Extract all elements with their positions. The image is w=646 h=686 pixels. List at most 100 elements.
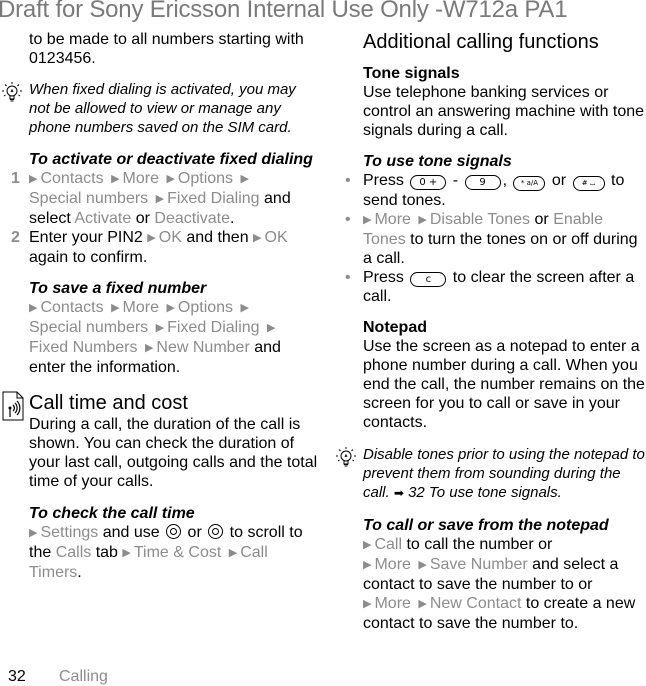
call-save-notepad-instructions: ▶ Call to call the number or ▶ More ▶ Save …: [363, 535, 646, 633]
arrow-icon: ▶: [267, 322, 276, 334]
text: or: [131, 210, 155, 227]
arrow-icon: ▶: [166, 173, 175, 185]
tone-signals-body: Use telephone banking services or contro…: [363, 84, 645, 139]
text: Press: [363, 269, 409, 286]
arrow-icon: ▶: [147, 232, 156, 244]
arrow-icon: ▶: [122, 547, 131, 559]
menu-save-number: Save Number: [429, 556, 528, 573]
key-9-icon: 9: [464, 175, 501, 190]
bullet-press-keys: • Press 0 + - 9, * a/A or # ⌴ to send to…: [345, 171, 646, 210]
menu-contacts: Contacts: [40, 170, 104, 187]
tone-signal-bullets: • Press 0 + - 9, * a/A or # ⌴ to send to…: [345, 171, 646, 306]
text: and then: [181, 229, 254, 246]
menu-time-cost: Time & Cost: [133, 544, 222, 561]
arrow-icon: ▶: [29, 173, 38, 185]
key-0-icon: 0 +: [410, 175, 447, 190]
notepad-body: Use the screen as a notepad to enter a p…: [363, 338, 645, 431]
additional-functions-heading: Additional calling functions: [363, 31, 599, 53]
menu-settings: Settings: [40, 524, 99, 541]
text: to call the number or: [402, 536, 553, 553]
arrow-icon: ▶: [111, 302, 120, 314]
text: Press: [363, 172, 409, 189]
key-star-icon: * a/A: [513, 176, 546, 191]
bullet-icon: •: [345, 211, 351, 228]
text: .: [77, 564, 82, 581]
menu-more: More: [374, 211, 411, 228]
arrow-icon: ▶: [418, 214, 427, 226]
intro-text: to be made to all numbers starting with …: [29, 31, 304, 67]
arrow-icon: ▶: [363, 598, 372, 610]
arrow-icon: ▶: [418, 559, 427, 571]
text: and use: [98, 524, 165, 541]
text: again to confirm.: [29, 249, 148, 266]
arrow-icon: ▶: [418, 598, 427, 610]
menu-contacts: Contacts: [40, 299, 104, 316]
arrow-icon: ▶: [363, 539, 372, 551]
arrow-icon: ▶: [29, 527, 38, 539]
bullet-icon: •: [345, 269, 351, 286]
menu-special-numbers: Special numbers: [29, 190, 149, 207]
check-call-time-title: To check the call time: [29, 505, 195, 522]
arrow-icon: ▶: [253, 232, 262, 244]
text: ,: [502, 172, 512, 189]
text: Enter your PIN2: [29, 229, 148, 246]
arrow-icon: ▶: [29, 302, 38, 314]
menu-fixed-dialing: Fixed Dialing: [167, 319, 260, 336]
nav-right-key-icon: [208, 524, 224, 539]
network-service-icon: [2, 391, 24, 421]
lightbulb-icon: [2, 82, 22, 102]
lightbulb-icon: [336, 447, 356, 467]
step-number: 2: [11, 229, 20, 246]
call-time-body: During a call, the duration of the call …: [29, 416, 318, 490]
arrow-icon: ▶: [111, 173, 120, 185]
menu-call: Call: [374, 536, 403, 553]
use-tone-signals-title: To use tone signals: [363, 153, 512, 170]
tip-text: When fixed dialing is activated, you may…: [29, 81, 296, 136]
menu-special-numbers: Special numbers: [29, 319, 149, 336]
tip-text: Disable tones prior to using the notepad…: [363, 445, 646, 503]
tone-signals-title: Tone signals: [363, 65, 460, 82]
menu-ok: OK: [158, 229, 182, 246]
arrow-icon: ▶: [144, 342, 154, 354]
text: .: [230, 210, 235, 227]
activate-fixed-dialing-title: To activate or deactivate fixed dialing: [29, 151, 313, 168]
menu-more: More: [122, 299, 159, 316]
menu-more: More: [122, 170, 159, 187]
tip-note-disable-tones: Disable tones prior to using the notepad…: [336, 445, 646, 503]
menu-new-number: New Number: [156, 339, 250, 356]
menu-new-contact: New Contact: [429, 595, 522, 612]
save-fixed-number-title: To save a fixed number: [29, 280, 207, 297]
arrow-icon: ▶: [240, 302, 249, 314]
option-deactivate: Deactivate: [154, 210, 230, 227]
draft-watermark: Draft for Sony Ericsson Internal Use Onl…: [0, 0, 568, 23]
tab-calls: Calls: [55, 544, 92, 561]
key-c-icon: c: [410, 272, 447, 287]
call-save-notepad-title: To call or save from the notepad: [363, 517, 609, 534]
menu-disable-tones: Disable Tones: [429, 211, 531, 228]
menu-ok: OK: [264, 229, 288, 246]
arrow-icon: ▶: [240, 173, 249, 185]
arrow-icon: ▶: [363, 214, 372, 226]
step-2: 2 Enter your PIN2 ▶ OK and then ▶ OK again…: [11, 228, 319, 267]
text: or: [530, 211, 554, 228]
step-number: 1: [11, 170, 20, 187]
arrow-icon: ▶: [228, 547, 238, 559]
right-column: Additional calling functions Tone signal…: [336, 28, 646, 633]
text: tab: [91, 544, 123, 561]
option-activate: Activate: [74, 210, 132, 227]
arrow-icon: ▶: [155, 193, 165, 205]
bullet-clear-screen: • Press c to clear the screen after a ca…: [345, 268, 646, 306]
nav-left-key-icon: [166, 524, 182, 539]
arrow-icon: ▶: [166, 302, 175, 314]
cross-reference-link[interactable]: 32 To use tone signals.: [408, 484, 562, 501]
call-time-heading: Call time and cost: [29, 392, 188, 414]
bullet-disable-tones: • ▶ More ▶ Disable Tones or Enable Tones t…: [345, 210, 646, 268]
chapter-title: Calling: [59, 668, 108, 685]
page-number: 32: [8, 668, 26, 685]
menu-options: Options: [177, 170, 234, 187]
menu-fixed-dialing: Fixed Dialing: [167, 190, 260, 207]
menu-more: More: [374, 595, 411, 612]
tip-note-fixed-dialing: When fixed dialing is activated, you may…: [2, 80, 319, 137]
arrow-icon: ▶: [155, 322, 165, 334]
menu-more: More: [374, 556, 411, 573]
